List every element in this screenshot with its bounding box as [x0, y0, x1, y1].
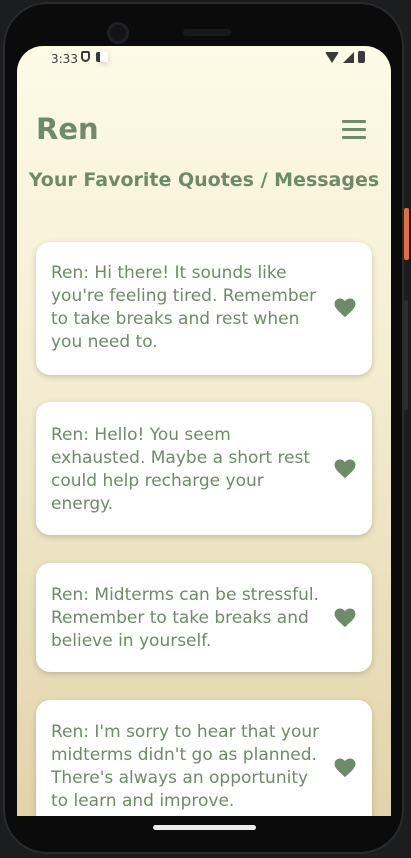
message-text: Ren: Midterms can be stressful. Remember… — [51, 585, 320, 651]
status-icons-left — [81, 51, 108, 62]
side-accent-button — [404, 208, 409, 260]
page-heading: Your Favorite Quotes / Messages — [28, 169, 380, 191]
app-screen: 3:33 Ren Your Favorite Quotes / Messages… — [17, 46, 391, 816]
hamburger-menu-icon[interactable] — [342, 120, 366, 140]
heart-icon[interactable] — [334, 298, 356, 318]
status-bar: 3:33 — [17, 46, 391, 72]
home-indicator[interactable] — [153, 825, 256, 830]
sd-card-icon — [100, 51, 108, 62]
wifi-icon — [325, 51, 339, 63]
message-text: Ren: Hi there! It sounds like you're fee… — [51, 263, 317, 352]
heart-icon[interactable] — [334, 459, 356, 479]
status-icons-right — [325, 51, 365, 63]
front-camera — [107, 22, 129, 44]
heart-icon[interactable] — [334, 758, 356, 778]
message-card: Ren: Hi there! It sounds like you're fee… — [36, 242, 372, 375]
volume-button — [404, 300, 408, 410]
message-text: Ren: I'm sorry to hear that your midterm… — [51, 722, 320, 811]
signal-icon — [343, 51, 354, 63]
message-card: Ren: I'm sorry to hear that your midterm… — [36, 700, 372, 816]
shield-icon — [81, 51, 90, 62]
heart-icon[interactable] — [334, 608, 356, 628]
earpiece-speaker — [183, 29, 231, 36]
message-card: Ren: Hello! You seem exhausted. Maybe a … — [36, 402, 372, 535]
battery-icon — [358, 51, 365, 63]
app-title: Ren — [36, 112, 99, 146]
status-time: 3:33 — [51, 52, 78, 66]
message-card: Ren: Midterms can be stressful. Remember… — [36, 563, 372, 672]
message-text: Ren: Hello! You seem exhausted. Maybe a … — [51, 425, 311, 514]
